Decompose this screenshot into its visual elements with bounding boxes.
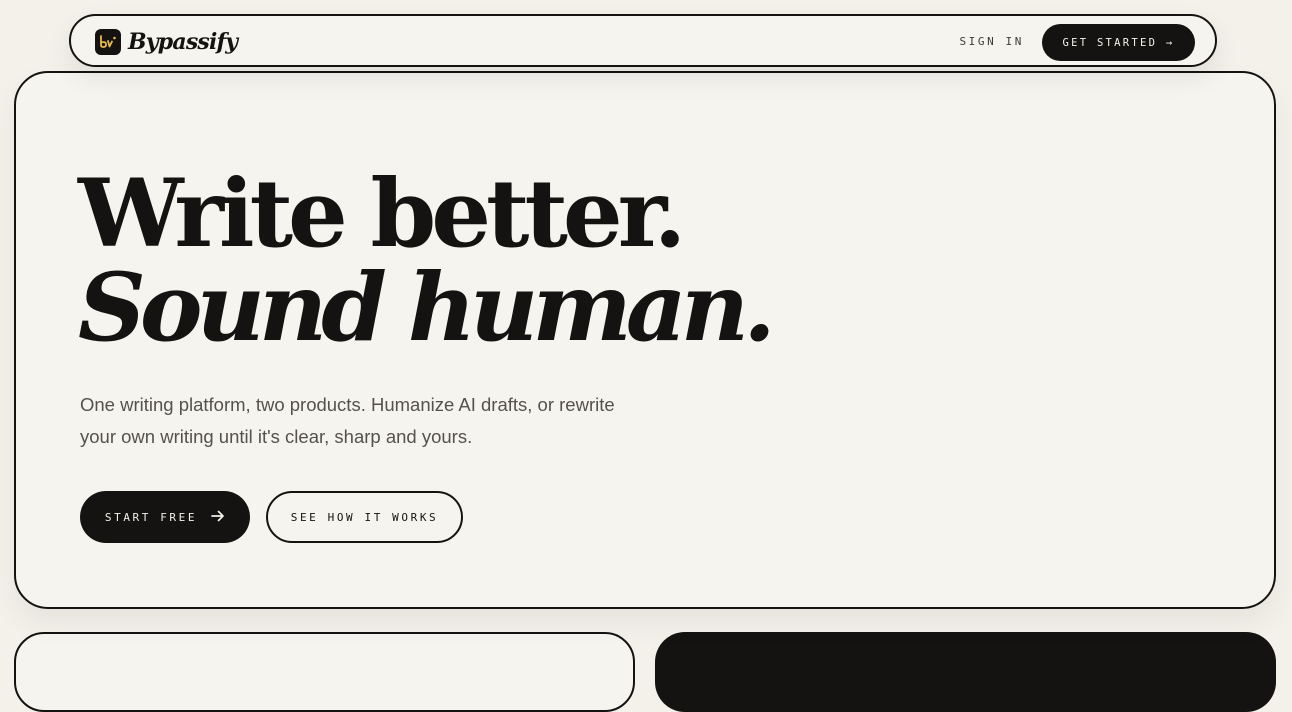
- hero-card: Write better. Sound human. One writing p…: [14, 71, 1276, 609]
- hero-headline: Write better. Sound human.: [78, 159, 776, 363]
- arrow-right-icon: [211, 510, 225, 525]
- get-started-button[interactable]: GET STARTED →: [1042, 24, 1195, 61]
- subcopy-line-1: One writing platform, two products. Huma…: [80, 394, 615, 415]
- get-started-label: GET STARTED →: [1062, 36, 1175, 49]
- hero-subcopy: One writing platform, two products. Huma…: [80, 389, 680, 453]
- start-free-label: START FREE: [104, 510, 198, 524]
- sign-in-link[interactable]: SIGN IN: [959, 35, 1024, 48]
- feature-card-right: [655, 632, 1276, 712]
- start-free-button[interactable]: START FREE: [80, 491, 250, 543]
- bypassify-logo-icon: [95, 29, 121, 55]
- see-how-it-works-label: SEE HOW IT WORKS: [290, 510, 439, 524]
- brand-name: Bypassify: [128, 29, 238, 55]
- top-nav: Bypassify SIGN IN GET STARTED →: [69, 14, 1217, 67]
- brand[interactable]: Bypassify: [95, 29, 238, 55]
- headline-line-2: Sound human.: [78, 253, 776, 363]
- subcopy-line-2: your own writing until it's clear, sharp…: [80, 426, 473, 447]
- headline-line-1: Write better.: [78, 159, 686, 269]
- feature-card-left: [14, 632, 635, 712]
- see-how-it-works-button[interactable]: SEE HOW IT WORKS: [266, 491, 463, 543]
